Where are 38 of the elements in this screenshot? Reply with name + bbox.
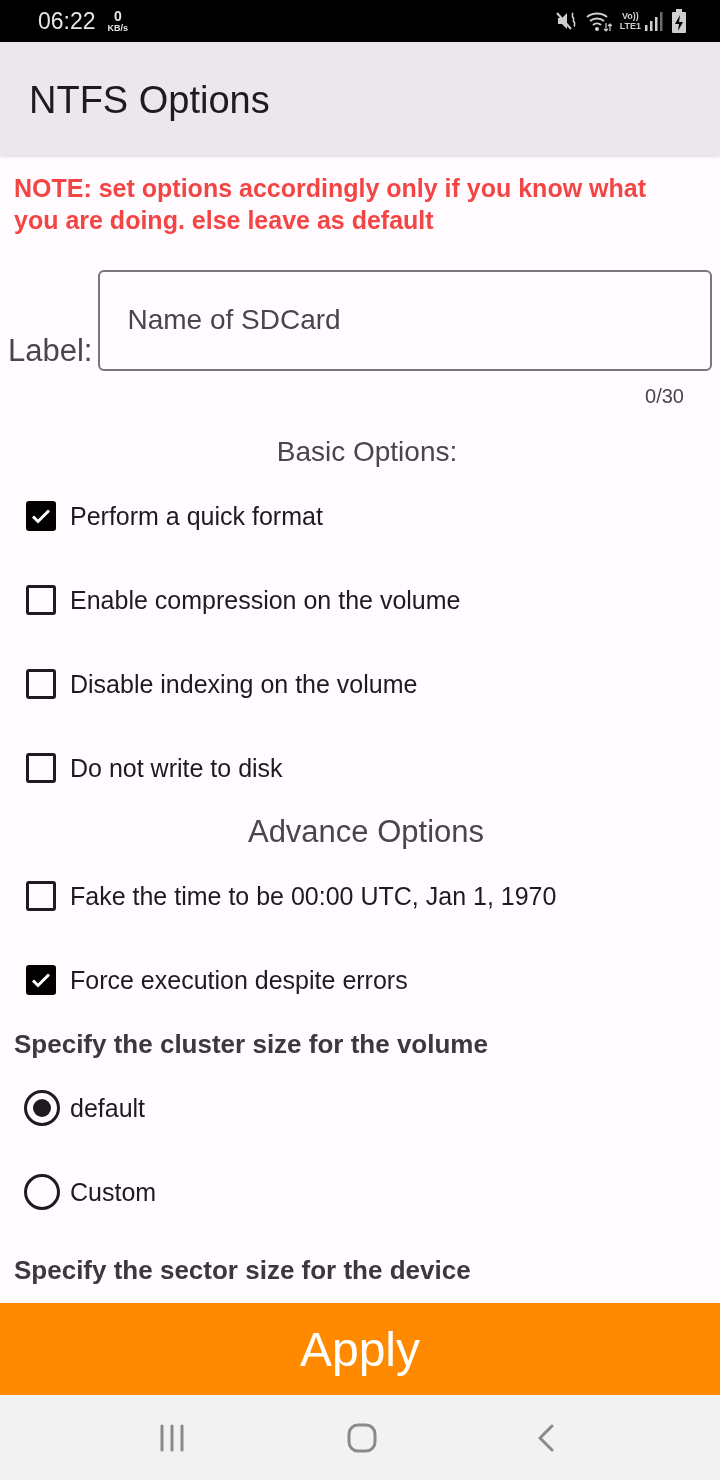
checkbox-label: Perform a quick format (70, 501, 323, 532)
radio-button[interactable] (24, 1174, 60, 1210)
checkbox-label: Do not write to disk (70, 753, 283, 784)
section-title: Basic Options: (276, 435, 458, 469)
volte-label: Vo)) (621, 11, 639, 21)
radio-label: Custom (70, 1177, 157, 1208)
character-counter: 0/30 (645, 384, 684, 409)
recent-apps-icon[interactable] (158, 1423, 185, 1452)
checkbox[interactable] (26, 669, 56, 699)
checkbox-label: Enable compression on the volume (70, 585, 461, 616)
net-speed-unit: KB/s (107, 23, 129, 33)
checkbox[interactable] (26, 965, 56, 995)
group-title: Specify the cluster size for the volume (14, 1028, 488, 1060)
checkbox[interactable] (26, 501, 56, 531)
checkbox[interactable] (26, 881, 56, 911)
checkbox[interactable] (26, 753, 56, 783)
vibrate-mute-icon (555, 10, 578, 32)
label-input[interactable]: Name of SDCard (98, 270, 712, 371)
checkbox[interactable] (26, 585, 56, 615)
section-title: Advance Options (247, 814, 485, 850)
app-title: NTFS Options (29, 77, 270, 122)
home-icon[interactable] (346, 1422, 377, 1453)
wifi-icon (585, 10, 612, 32)
warning-note: NOTE: set options accordingly only if you know what you are doing. else leave as default (13, 173, 647, 236)
signal-icon (644, 11, 664, 31)
checkbox-label: Disable indexing on the volume (70, 669, 418, 700)
checkbox-label: Force execution despite errors (70, 965, 408, 996)
group-title: Specify the sector size for the device (14, 1254, 471, 1286)
apply-button[interactable]: Apply (0, 1303, 720, 1395)
status-time: 06:22 (38, 7, 96, 35)
net-speed-value: 0 (113, 9, 122, 23)
radio-label: default (70, 1093, 146, 1124)
lte-label: LTE1 (619, 21, 641, 31)
battery-charging-icon (672, 9, 686, 33)
radio-button[interactable] (24, 1090, 60, 1126)
checkbox-label: Fake the time to be 00:00 UTC, Jan 1, 1970 (70, 881, 557, 912)
back-icon[interactable] (536, 1423, 555, 1452)
field-label: Label: (8, 333, 93, 370)
